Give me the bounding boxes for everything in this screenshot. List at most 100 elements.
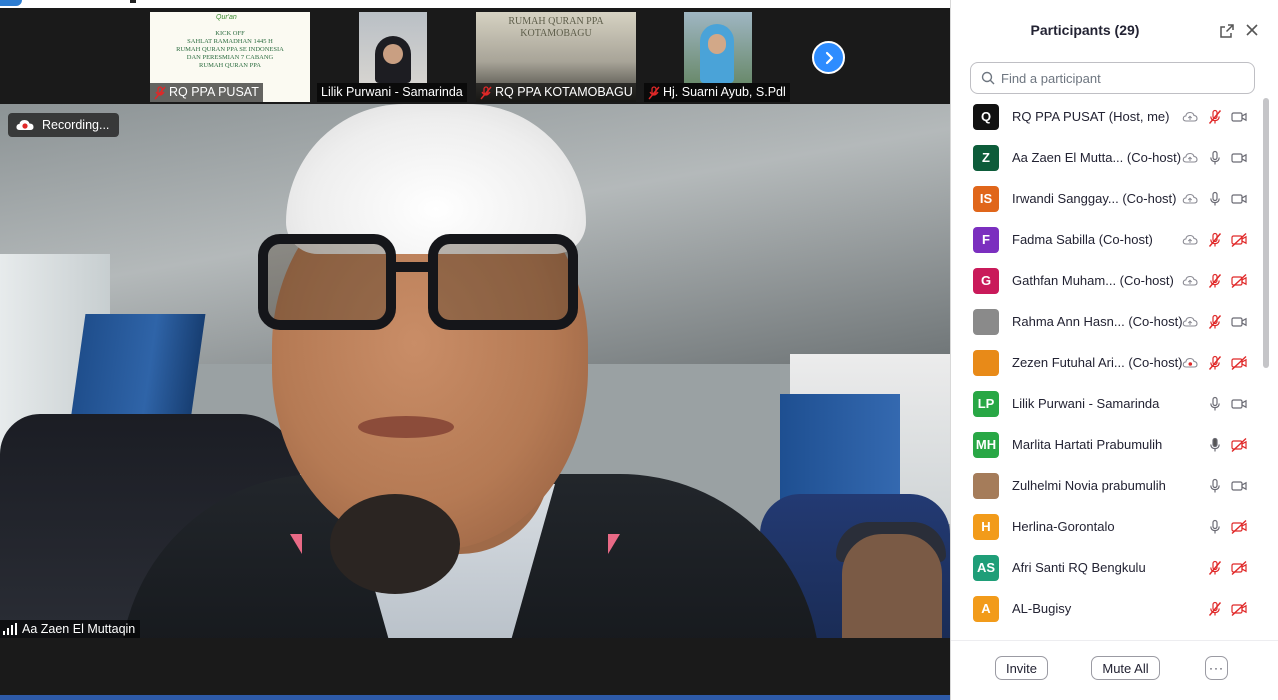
video-thumbnail[interactable]: Lilik Purwani - Samarinda (317, 12, 467, 102)
participant-row[interactable]: Q RQ PPA PUSAT (Host, me) (951, 96, 1261, 137)
microphone-icon[interactable] (1207, 191, 1223, 207)
scrollbar-thumb[interactable] (1263, 98, 1269, 368)
glasses-lens (428, 234, 578, 330)
participant-avatar: H (973, 513, 999, 540)
video-camera-off-icon[interactable] (1231, 437, 1247, 453)
active-speaker-video[interactable] (0, 104, 950, 638)
poster-line: KICK OFF (215, 30, 245, 37)
microphone-muted-icon[interactable] (1207, 560, 1223, 576)
cloud-recording-icon (1182, 316, 1198, 327)
app-corner-mark (0, 0, 22, 6)
signal-bars-icon (3, 623, 17, 635)
video-camera-off-icon[interactable] (1231, 560, 1247, 576)
participant-row[interactable]: MH Marlita Hartati Prabumulih (951, 424, 1261, 465)
taskbar-edge (0, 695, 950, 700)
recording-indicator[interactable]: Recording... (8, 113, 120, 137)
video-thumbnail[interactable]: RUMAH QURAN PPA KOTAMOBAGU RQ PPA KOTAMO… (476, 12, 636, 102)
video-camera-icon[interactable] (1231, 396, 1247, 412)
microphone-muted-icon[interactable] (1207, 232, 1223, 248)
cloud-recording-icon (1182, 357, 1198, 368)
microphone-icon[interactable] (1207, 150, 1223, 166)
participant-avatar: G (973, 267, 999, 294)
edge-mark (130, 0, 136, 3)
participant-name: Aa Zaen El Mutta... (Co-host) (1012, 150, 1182, 165)
microphone-muted-icon[interactable] (1207, 109, 1223, 125)
participant-row[interactable]: A AL-Bugisy (951, 588, 1261, 629)
video-thumbnail[interactable]: Hj. Suarni Ayub, S.Pdl (644, 12, 790, 102)
participant-name: Zezen Futuhal Ari... (Co-host) (1012, 355, 1183, 370)
participant-row[interactable]: F Fadma Sabilla (Co-host) (951, 219, 1261, 260)
mic-muted-icon (480, 85, 492, 99)
participant-avatar: IS (973, 185, 999, 212)
participant-name: Lilik Purwani - Samarinda (1012, 396, 1160, 411)
participant-row[interactable]: Zezen Futuhal Ari... (Co-host) (951, 342, 1261, 383)
video-camera-icon[interactable] (1231, 191, 1247, 207)
search-input[interactable] (1001, 70, 1241, 86)
participant-row[interactable]: H Herlina-Gorontalo (951, 506, 1261, 547)
participant-row[interactable]: G Gathfan Muham... (Co-host) (951, 260, 1261, 301)
participant-name: Marlita Hartati Prabumulih (1012, 437, 1163, 452)
mute-all-button[interactable]: Mute All (1091, 656, 1160, 680)
panel-footer: Invite Mute All ··· (951, 640, 1278, 700)
close-icon[interactable] (1245, 23, 1259, 37)
participant-row[interactable]: Rahma Ann Hasn... (Co-host) (951, 301, 1261, 342)
video-camera-off-icon[interactable] (1231, 519, 1247, 535)
video-camera-icon[interactable] (1231, 478, 1247, 494)
microphone-muted-icon[interactable] (1207, 355, 1223, 371)
video-thumbnail[interactable]: Qur'an KICK OFF SAHLAT RAMADHAN 1445 H R… (150, 12, 310, 102)
more-options-button[interactable]: ··· (1205, 656, 1228, 680)
participant-avatar: MH (973, 431, 999, 458)
speaker-name: Aa Zaen El Muttaqin (22, 622, 136, 636)
participant-row[interactable]: LP Lilik Purwani - Samarinda (951, 383, 1261, 424)
cloud-recording-icon (1182, 152, 1198, 163)
glasses-lens (258, 234, 396, 330)
mic-muted-icon (648, 85, 660, 99)
participant-avatar: A (973, 595, 999, 622)
pop-out-icon[interactable] (1219, 23, 1235, 39)
participant-avatar: F (973, 226, 999, 253)
microphone-muted-icon[interactable] (1207, 273, 1223, 289)
thumbnail-name: Lilik Purwani - Samarinda (321, 85, 463, 99)
next-page-button[interactable] (812, 41, 845, 74)
participant-name: Afri Santi RQ Bengkulu (1012, 560, 1146, 575)
microphone-icon[interactable] (1207, 478, 1223, 494)
participant-name: Herlina-Gorontalo (1012, 519, 1115, 534)
microphone-icon[interactable] (1207, 396, 1223, 412)
participant-row[interactable]: IS Irwandi Sanggay... (Co-host) (951, 178, 1261, 219)
microphone-icon[interactable] (1207, 519, 1223, 535)
video-camera-off-icon[interactable] (1231, 232, 1247, 248)
zoom-meeting-window: Qur'an KICK OFF SAHLAT RAMADHAN 1445 H R… (0, 0, 1278, 700)
participant-row[interactable]: Z Aa Zaen El Mutta... (Co-host) (951, 137, 1261, 178)
passenger (842, 534, 942, 638)
participant-avatar: Q (973, 103, 999, 130)
participants-panel: Participants (29) Q RQ PPA PUSAT (Host, m… (950, 0, 1278, 700)
cloud-recording-icon (1182, 193, 1198, 204)
microphone-muted-icon[interactable] (1207, 601, 1223, 617)
participant-row[interactable]: AS Afri Santi RQ Bengkulu (951, 547, 1261, 588)
banner-line: KOTAMOBAGU (520, 28, 592, 39)
participant-search[interactable] (970, 62, 1255, 94)
microphone-muted-icon[interactable] (1207, 314, 1223, 330)
top-edge (0, 0, 950, 8)
invite-button[interactable]: Invite (995, 656, 1048, 680)
video-camera-off-icon[interactable] (1231, 273, 1247, 289)
thumbnail-name: RQ PPA KOTAMOBAGU | (495, 85, 636, 99)
speaker-beard (330, 494, 460, 594)
participant-name: RQ PPA PUSAT (Host, me) (1012, 109, 1170, 124)
video-camera-off-icon[interactable] (1231, 601, 1247, 617)
participant-name: AL-Bugisy (1012, 601, 1072, 616)
participant-avatar (973, 308, 999, 335)
microphone-icon[interactable] (1207, 437, 1223, 453)
participant-row[interactable]: Zulhelmi Novia prabumulih (951, 465, 1261, 506)
participant-avatar (973, 472, 999, 499)
video-camera-icon[interactable] (1231, 150, 1247, 166)
video-camera-icon[interactable] (1231, 109, 1247, 125)
participant-name: Gathfan Muham... (Co-host) (1012, 273, 1174, 288)
room-banner: RUMAH QURAN PPA KOTAMOBAGU (476, 12, 636, 56)
thumbnail-strip: Qur'an KICK OFF SAHLAT RAMADHAN 1445 H R… (0, 8, 950, 104)
cloud-recording-icon (1182, 234, 1198, 245)
video-camera-icon[interactable] (1231, 314, 1247, 330)
participant-name: Fadma Sabilla (Co-host) (1012, 232, 1153, 247)
video-camera-off-icon[interactable] (1231, 355, 1247, 371)
participant-avatar: AS (973, 554, 999, 581)
